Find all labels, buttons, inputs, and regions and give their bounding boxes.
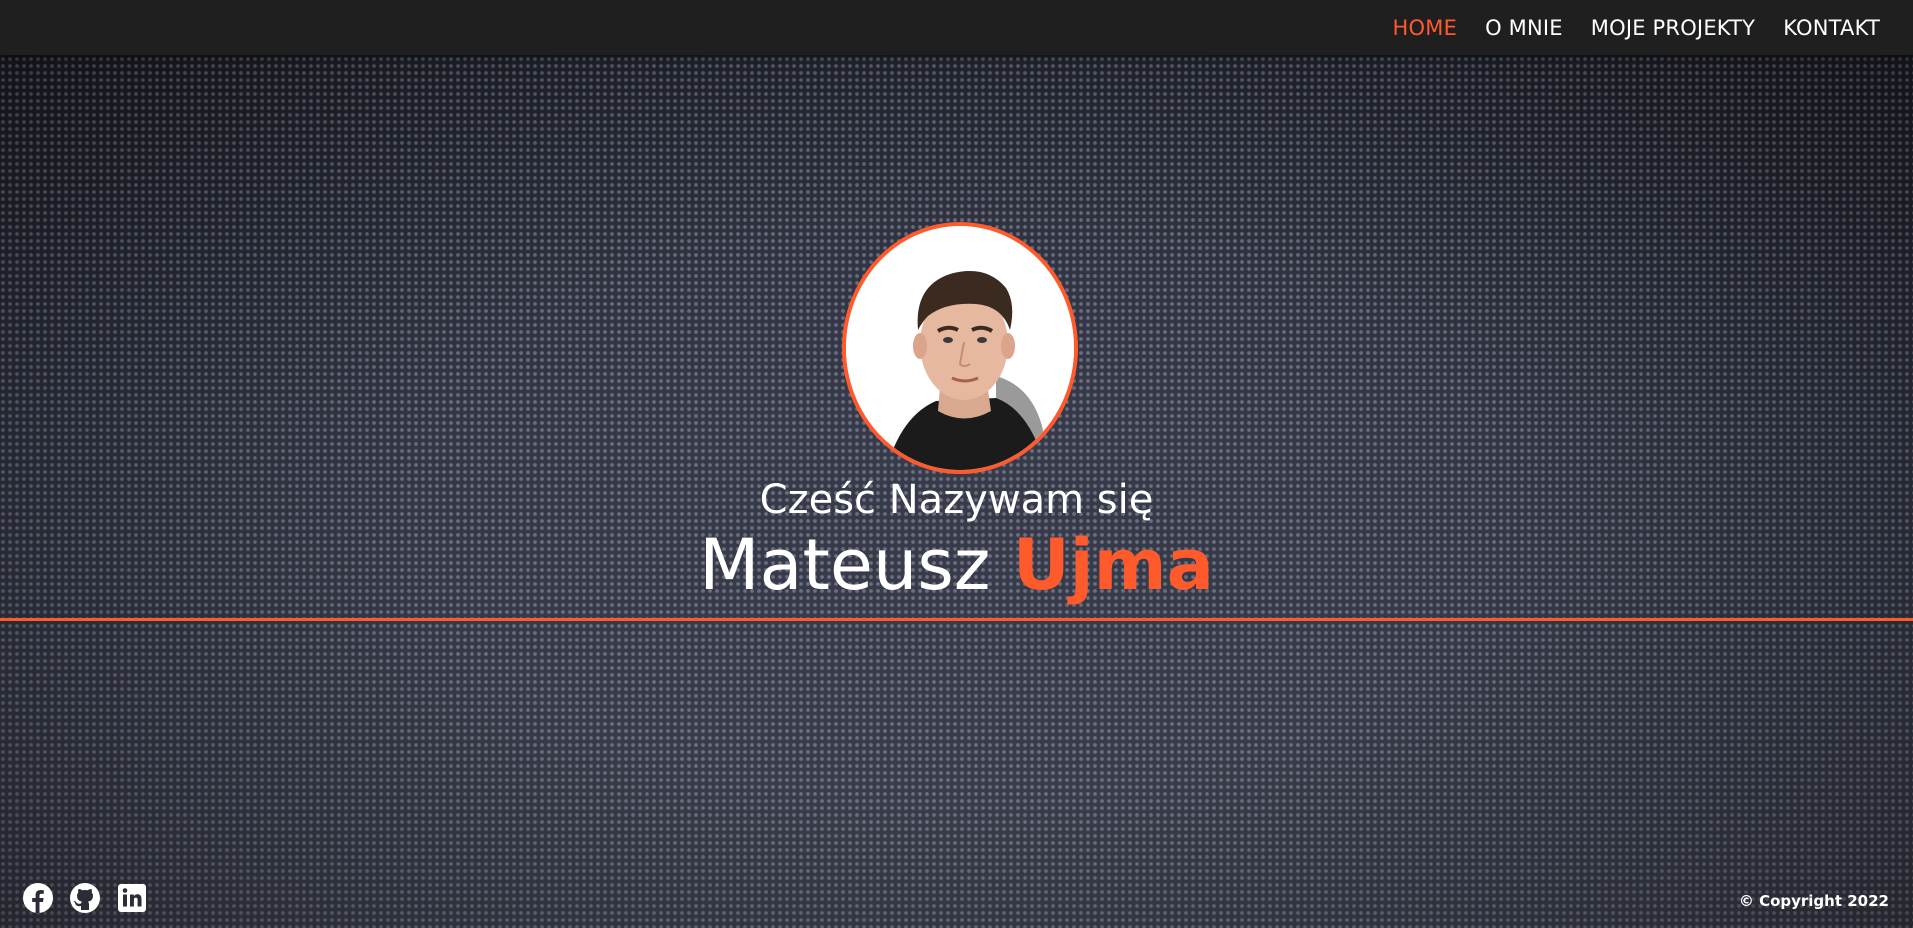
main-nav: HOME O MNIE MOJE PROJEKTY KONTAKT — [1393, 0, 1880, 55]
github-icon — [70, 883, 100, 913]
profile-photo-illustration — [846, 226, 1074, 470]
nav-home[interactable]: HOME — [1393, 16, 1458, 40]
facebook-icon — [23, 883, 53, 913]
page: HOME O MNIE MOJE PROJEKTY KONTAKT Cześć … — [0, 0, 1913, 928]
nav-contact[interactable]: KONTAKT — [1783, 16, 1880, 40]
accent-divider — [0, 618, 1913, 621]
hero-last-name: Ujma — [1012, 524, 1214, 606]
profile-photo — [842, 222, 1078, 474]
hero-first-name: Mateusz — [699, 524, 991, 606]
linkedin-icon — [118, 884, 146, 912]
hero-greeting: Cześć Nazywam się — [759, 477, 1154, 523]
social-links — [22, 882, 148, 914]
github-link[interactable] — [69, 882, 101, 914]
copyright-text: © Copyright 2022 — [1738, 892, 1889, 910]
nav-projects[interactable]: MOJE PROJEKTY — [1591, 16, 1755, 40]
nav-about[interactable]: O MNIE — [1485, 16, 1563, 40]
facebook-link[interactable] — [22, 882, 54, 914]
linkedin-link[interactable] — [116, 882, 148, 914]
hero-name: Mateusz Ujma — [0, 524, 1913, 606]
top-navbar: HOME O MNIE MOJE PROJEKTY KONTAKT — [0, 0, 1913, 55]
